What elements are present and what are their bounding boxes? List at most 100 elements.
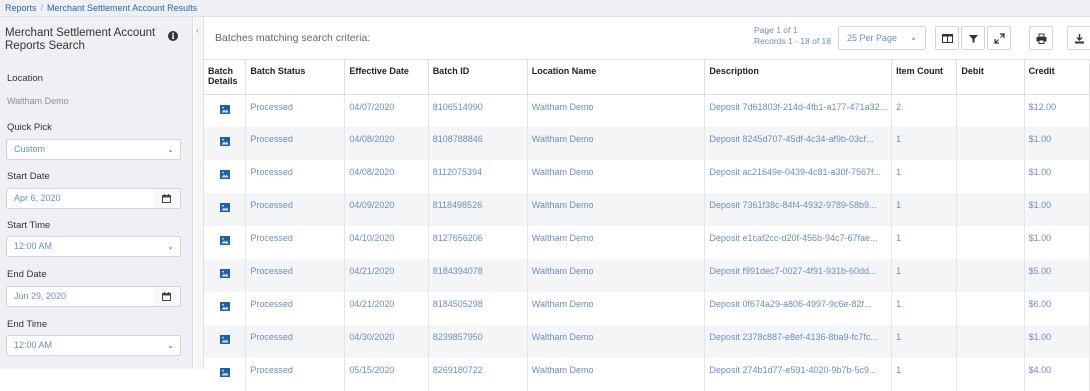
table-row[interactable]: Processed 04/08/2020 8112075394 Waltham Dem…: [204, 160, 1090, 193]
per-page-select[interactable]: 25 Per Page ⌄: [838, 26, 926, 50]
cell-count: 1: [891, 226, 958, 259]
cell-status: Processed: [245, 325, 346, 358]
column-header[interactable]: Description: [704, 60, 893, 95]
cell-desc: Deposit 7361f38c-84f4-4932-9789-58b9...: [704, 193, 893, 226]
print-button[interactable]: [1029, 26, 1053, 50]
cell-id: 8127656206: [428, 226, 528, 259]
cell-date: 04/10/2020: [344, 226, 429, 259]
cell-location: Waltham Demo: [527, 94, 706, 127]
sidebar-collapse-toggle[interactable]: ‹: [194, 17, 204, 369]
info-icon[interactable]: i: [168, 31, 178, 41]
cell-count: 1: [891, 358, 958, 391]
batches-table: Batch Details Batch Status Effective Dat…: [204, 60, 1090, 391]
batch-details-button[interactable]: [204, 160, 247, 193]
column-header[interactable]: Item Count: [891, 60, 958, 95]
table-row[interactable]: Processed 05/15/2020 8269180722 Waltham Dem…: [204, 358, 1090, 391]
start-date-calendar-button[interactable]: [153, 188, 181, 209]
cell-date: 04/08/2020: [344, 127, 429, 160]
calendar-icon: [162, 194, 171, 203]
filter-icon: [969, 35, 978, 43]
batch-details-button[interactable]: [204, 358, 247, 391]
download-button[interactable]: [1067, 26, 1090, 50]
breadcrumb-reports-link[interactable]: Reports: [5, 3, 37, 13]
cell-status: Processed: [245, 259, 346, 292]
cell-credit: $1.00: [1024, 325, 1090, 358]
table-row[interactable]: Processed 04/08/2020 8108788846 Waltham Dem…: [204, 127, 1090, 160]
batch-details-button[interactable]: [204, 325, 247, 358]
column-header[interactable]: Batch Details: [204, 60, 247, 95]
filter-button[interactable]: [961, 26, 985, 50]
table-row[interactable]: Processed 04/30/2020 8239857950 Waltham Dem…: [204, 325, 1090, 358]
records-text: Records 1 - 18 of 18: [754, 36, 832, 46]
end-time-select[interactable]: 12:00 AM ⌄: [6, 335, 181, 356]
cell-credit: $1.00: [1024, 193, 1090, 226]
end-time-value: 12:00 AM: [14, 340, 53, 350]
cell-credit: $1.00: [1024, 226, 1090, 259]
start-date-label: Start Date: [7, 171, 50, 182]
cell-desc: Deposit 7d61803f-214d-4fb1-a177-471a32..…: [704, 94, 893, 127]
cell-id: 8106514990: [428, 94, 528, 127]
cell-date: 05/15/2020: [344, 358, 429, 391]
start-time-select[interactable]: 12:00 AM ⌄: [6, 236, 181, 257]
cell-debit: [956, 325, 1025, 358]
end-date-label: End Date: [7, 269, 47, 280]
download-icon: [1075, 34, 1084, 44]
cell-location: Waltham Demo: [527, 292, 706, 325]
table-header-row: Batch Details Batch Status Effective Dat…: [204, 60, 1090, 95]
batch-details-button[interactable]: [204, 259, 247, 292]
cell-credit: $1.00: [1024, 160, 1090, 193]
cell-credit: $12.00: [1024, 94, 1090, 127]
column-header[interactable]: Batch Status: [245, 60, 346, 95]
batch-details-button[interactable]: [204, 94, 247, 127]
cell-count: 1: [891, 325, 958, 358]
cell-id: 8118498526: [428, 193, 528, 226]
quick-pick-select[interactable]: Custom ⌄: [6, 139, 181, 160]
chevron-left-icon: ‹: [196, 25, 199, 35]
table-row[interactable]: Processed 04/09/2020 8118498526 Waltham Dem…: [204, 193, 1090, 226]
cell-debit: [956, 259, 1025, 292]
cell-credit: $4.00: [1024, 358, 1090, 391]
image-icon: [219, 236, 230, 245]
end-date-input[interactable]: Jun 29, 2020: [6, 286, 154, 307]
cell-id: 8269180722: [428, 358, 528, 391]
end-date-calendar-button[interactable]: [153, 286, 181, 307]
chevron-down-icon: ⌄: [167, 341, 174, 350]
cell-location: Waltham Demo: [527, 160, 706, 193]
table-row[interactable]: Processed 04/21/2020 8184394078 Waltham Dem…: [204, 259, 1090, 292]
batch-details-button[interactable]: [204, 127, 247, 160]
cell-debit: [956, 127, 1025, 160]
start-date-input[interactable]: Apr 6, 2020: [6, 188, 154, 209]
cell-count: 1: [891, 292, 958, 325]
location-label: Location: [7, 73, 43, 84]
expand-button[interactable]: [987, 26, 1011, 50]
image-icon: [219, 335, 230, 344]
cell-location: Waltham Demo: [527, 325, 706, 358]
column-header[interactable]: Credit: [1024, 60, 1090, 95]
cell-location: Waltham Demo: [527, 193, 706, 226]
batch-details-button[interactable]: [204, 292, 247, 325]
columns-button[interactable]: [935, 26, 959, 50]
cell-count: 1: [891, 160, 958, 193]
image-icon: [219, 368, 230, 377]
table-row[interactable]: Processed 04/21/2020 8184505298 Waltham Dem…: [204, 292, 1090, 325]
cell-date: 04/21/2020: [344, 292, 429, 325]
table-row[interactable]: Processed 04/07/2020 8106514990 Waltham Dem…: [204, 94, 1090, 127]
column-header[interactable]: Location Name: [527, 60, 706, 95]
results-title: Batches matching search criteria:: [215, 32, 371, 44]
table-row[interactable]: Processed 04/10/2020 8127656206 Waltham Dem…: [204, 226, 1090, 259]
breadcrumb-current[interactable]: Merchant Settlement Account Results: [47, 3, 197, 13]
batch-details-button[interactable]: [204, 226, 247, 259]
cell-count: 2: [891, 94, 958, 127]
cell-credit: $6.00: [1024, 292, 1090, 325]
cell-debit: [956, 94, 1025, 127]
cell-debit: [956, 226, 1025, 259]
cell-desc: Deposit 8245d707-45df-4c34-af9b-03cf...: [704, 127, 893, 160]
cell-status: Processed: [245, 358, 346, 391]
column-header[interactable]: Effective Date: [344, 60, 429, 95]
batch-details-button[interactable]: [204, 193, 247, 226]
print-icon: [1036, 33, 1047, 44]
column-header[interactable]: Debit: [956, 60, 1025, 95]
cell-location: Waltham Demo: [527, 127, 706, 160]
search-sidebar: Merchant Settlement Account Reports Sear…: [0, 17, 193, 369]
column-header[interactable]: Batch ID: [428, 60, 528, 95]
